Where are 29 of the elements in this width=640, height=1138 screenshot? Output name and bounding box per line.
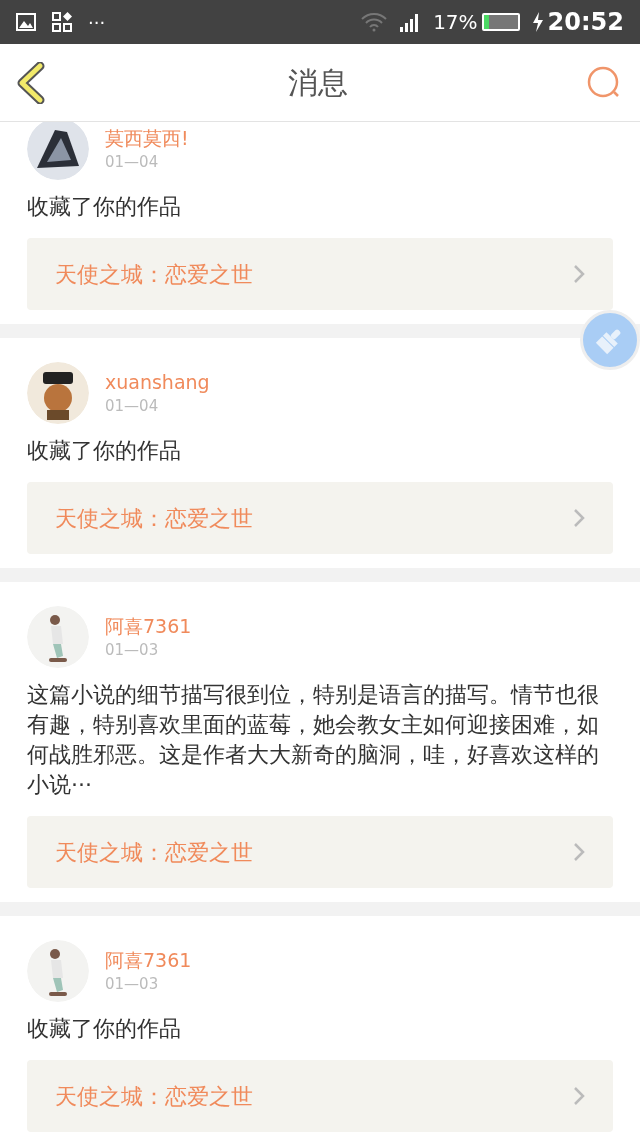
- message-date: 01—03: [105, 640, 160, 661]
- clock: 20:52: [547, 7, 624, 38]
- chevron-right-icon: [573, 508, 585, 528]
- battery-percent: 17%: [433, 9, 478, 36]
- user-name[interactable]: xuanshang: [105, 369, 210, 395]
- message-text: 收藏了你的作品: [27, 437, 182, 465]
- battery-icon: [481, 13, 520, 31]
- book-link[interactable]: 天使之城：恋爱之世: [27, 816, 613, 888]
- charging-icon: [531, 12, 544, 32]
- page-title: 消息: [288, 64, 348, 102]
- user-name[interactable]: 阿喜7361: [105, 947, 192, 973]
- chevron-right-icon: [573, 264, 585, 284]
- apps-icon: [52, 12, 72, 32]
- user-name[interactable]: 莫西莫西!: [105, 125, 189, 151]
- more-indicator: ···: [88, 10, 106, 35]
- chevron-right-icon: [573, 842, 585, 862]
- message-date: 01—03: [105, 974, 160, 995]
- message-date: 01—04: [105, 152, 160, 173]
- book-link[interactable]: 天使之城：恋爱之世: [27, 482, 613, 554]
- user-name[interactable]: 阿喜7361: [105, 613, 192, 639]
- message-text: 收藏了你的作品: [27, 1015, 182, 1043]
- message-date: 01—04: [105, 396, 160, 417]
- image-icon: [16, 13, 36, 31]
- wifi-icon: [361, 12, 388, 32]
- message-text: 收藏了你的作品: [27, 193, 182, 221]
- book-link[interactable]: 天使之城：恋爱之世: [27, 1060, 613, 1132]
- chevron-right-icon: [573, 1086, 585, 1106]
- message-text: 这篇小说的细节描写很到位，特别是语言的描写。情节也很有趣，特别喜欢里面的蓝莓，她会教女主如何迎接困难，如何战胜邪恶。这是作者大大新奇的脑洞，哇，好喜欢这样的小说···: [27, 681, 600, 799]
- book-link[interactable]: 天使之城：恋爱之世: [27, 238, 613, 310]
